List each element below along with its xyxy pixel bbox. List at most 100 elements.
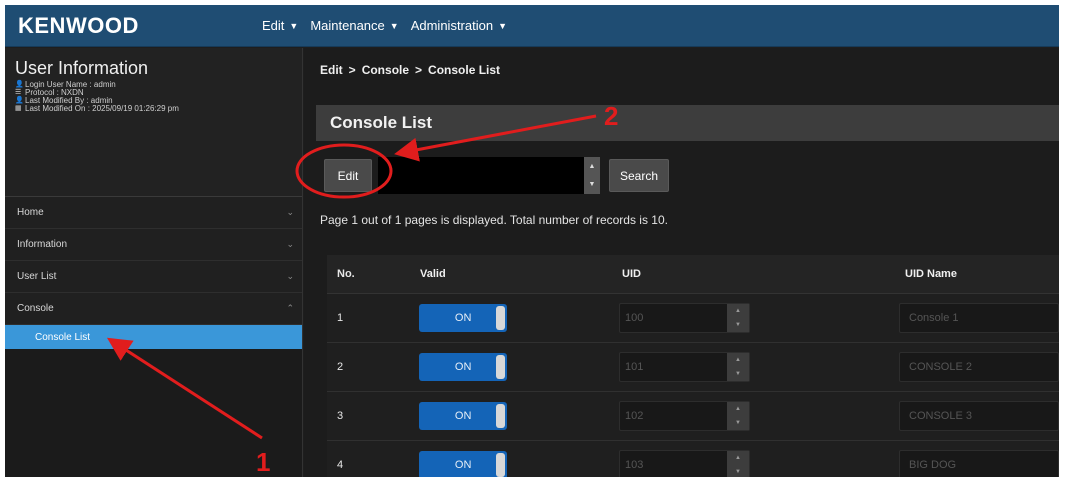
toggle-knob — [496, 306, 506, 330]
valid-toggle[interactable]: ON — [419, 402, 508, 430]
breadcrumb-edit[interactable]: Edit — [320, 63, 343, 77]
uid-value: 103 — [625, 459, 644, 471]
table-row: 2 ON 101 ▲ ▼ CONSOLE 2 — [327, 343, 1059, 392]
uid-name-field[interactable]: CONSOLE 2 — [899, 352, 1059, 382]
edit-button[interactable]: Edit — [324, 159, 372, 192]
row-number: 2 — [337, 361, 344, 373]
sidebar-item-label: Console — [17, 303, 54, 314]
uid-field[interactable]: 102 ▲ ▼ — [619, 401, 750, 431]
valid-cell: ON — [416, 304, 616, 332]
chevron-down-icon: ⌄ — [286, 271, 294, 281]
uid-name-cell: CONSOLE 2 — [896, 352, 1059, 382]
pagination-info: Page 1 out of 1 pages is displayed. Tota… — [320, 213, 668, 227]
user-info-panel: User Information 👤 Login User Name : adm… — [5, 48, 302, 197]
page-title: Console List — [316, 105, 1059, 141]
valid-toggle[interactable]: ON — [419, 304, 508, 332]
nav-menu: Edit ▼ Maintenance ▼ Administration ▼ — [262, 18, 519, 33]
top-navbar: KENWOOD Edit ▼ Maintenance ▼ Administrat… — [5, 5, 1059, 47]
search-button[interactable]: Search — [609, 159, 669, 192]
uid-name-field[interactable]: Console 1 — [899, 303, 1059, 333]
search-input[interactable]: ▲ ▼ — [378, 157, 600, 194]
main-content: Edit > Console > Console List Console Li… — [304, 48, 1059, 477]
uid-stepper[interactable]: ▲ ▼ — [727, 304, 749, 332]
toggle-label: ON — [454, 410, 472, 422]
uid-field[interactable]: 101 ▲ ▼ — [619, 352, 750, 382]
modified-on-line: ▦ Last Modified On : 2025/09/19 01:26:29… — [15, 105, 302, 113]
sidebar-item-label: User List — [17, 271, 57, 282]
stepper-up-icon[interactable]: ▲ — [735, 406, 741, 412]
uid-cell: 103 ▲ ▼ — [616, 450, 896, 477]
breadcrumb-separator: > — [415, 63, 423, 77]
nav-maintenance-menu[interactable]: Maintenance ▼ — [310, 18, 398, 33]
sidebar-item-console[interactable]: Console ⌃ — [5, 293, 302, 325]
uid-field[interactable]: 100 ▲ ▼ — [619, 303, 750, 333]
nav-edit-label: Edit — [262, 18, 285, 33]
stepper-down-icon[interactable]: ▼ — [589, 181, 596, 188]
sidebar-subitem-label: Console List — [35, 331, 91, 343]
sidebar-item-home[interactable]: Home ⌄ — [5, 197, 302, 229]
table-row: 4 ON 103 ▲ ▼ BIG DOG — [327, 441, 1059, 477]
chevron-up-icon: ⌃ — [286, 303, 294, 313]
modified-on-text: Last Modified On : 2025/09/19 01:26:29 p… — [25, 104, 179, 113]
uid-stepper[interactable]: ▲ ▼ — [727, 402, 749, 430]
table-row: 3 ON 102 ▲ ▼ CONSOLE 3 — [327, 392, 1059, 441]
uid-stepper[interactable]: ▲ ▼ — [727, 451, 749, 477]
uid-value: 102 — [625, 410, 644, 422]
stepper-up-icon[interactable]: ▲ — [735, 357, 741, 363]
uid-field[interactable]: 103 ▲ ▼ — [619, 450, 750, 477]
stepper-down-icon[interactable]: ▼ — [735, 371, 741, 377]
user-icon: 👤 — [15, 81, 24, 88]
nav-administration-menu[interactable]: Administration ▼ — [411, 18, 507, 33]
uid-name-field[interactable]: CONSOLE 3 — [899, 401, 1059, 431]
nav-edit-menu[interactable]: Edit ▼ — [262, 18, 298, 33]
stepper-up-icon[interactable]: ▲ — [735, 308, 741, 314]
stepper-down-icon[interactable]: ▼ — [735, 420, 741, 426]
valid-cell: ON — [416, 402, 616, 430]
toggle-knob — [496, 355, 506, 379]
table-row: 1 ON 100 ▲ ▼ Console 1 — [327, 294, 1059, 343]
uid-stepper[interactable]: ▲ ▼ — [727, 353, 749, 381]
stepper-down-icon[interactable]: ▼ — [735, 322, 741, 328]
breadcrumb-console-list: Console List — [428, 63, 501, 77]
sidebar-item-user-list[interactable]: User List ⌄ — [5, 261, 302, 293]
valid-toggle[interactable]: ON — [419, 353, 508, 381]
sidebar-subitem-console-list[interactable]: Console List — [5, 325, 302, 349]
annotation-marker-1: 1 — [256, 447, 271, 477]
list-icon: ☰ — [15, 89, 22, 96]
sidebar-item-label: Home — [17, 207, 44, 218]
uid-value: 101 — [625, 361, 644, 373]
uid-name-cell: BIG DOG — [896, 450, 1059, 477]
sidebar-item-information[interactable]: Information ⌄ — [5, 229, 302, 261]
brand-logo: KENWOOD — [18, 12, 139, 38]
sidebar: User Information 👤 Login User Name : adm… — [5, 48, 303, 477]
breadcrumb-separator: > — [348, 63, 356, 77]
uid-name-cell: Console 1 — [896, 303, 1059, 333]
console-table: No. Valid UID UID Name 1 ON 100 ▲ ▼ Cons… — [327, 255, 1059, 477]
chevron-down-icon: ⌄ — [286, 207, 294, 217]
uid-cell: 100 ▲ ▼ — [616, 303, 896, 333]
uid-name-field[interactable]: BIG DOG — [899, 450, 1059, 477]
annotation-marker-2: 2 — [604, 101, 619, 131]
chevron-down-icon: ⌄ — [286, 239, 294, 249]
search-stepper[interactable]: ▲ ▼ — [584, 157, 600, 194]
row-number: 3 — [337, 410, 344, 422]
uid-value: 100 — [625, 312, 644, 324]
toggle-label: ON — [454, 361, 472, 373]
toolbar: Edit ▲ ▼ Search — [324, 157, 669, 194]
toggle-knob — [496, 404, 506, 428]
table-header: No. Valid UID UID Name — [327, 255, 1059, 294]
column-header-valid: Valid — [420, 268, 446, 280]
stepper-down-icon[interactable]: ▼ — [735, 469, 741, 475]
toggle-knob — [496, 453, 506, 477]
row-number: 1 — [337, 312, 344, 324]
toggle-label: ON — [454, 459, 472, 471]
valid-cell: ON — [416, 353, 616, 381]
calendar-icon: ▦ — [15, 105, 22, 112]
valid-toggle[interactable]: ON — [419, 451, 508, 477]
stepper-up-icon[interactable]: ▲ — [735, 455, 741, 461]
stepper-up-icon[interactable]: ▲ — [589, 163, 596, 170]
column-header-no: No. — [337, 268, 355, 280]
uid-cell: 101 ▲ ▼ — [616, 352, 896, 382]
breadcrumb-console[interactable]: Console — [362, 63, 409, 77]
column-header-uid: UID — [622, 268, 641, 280]
